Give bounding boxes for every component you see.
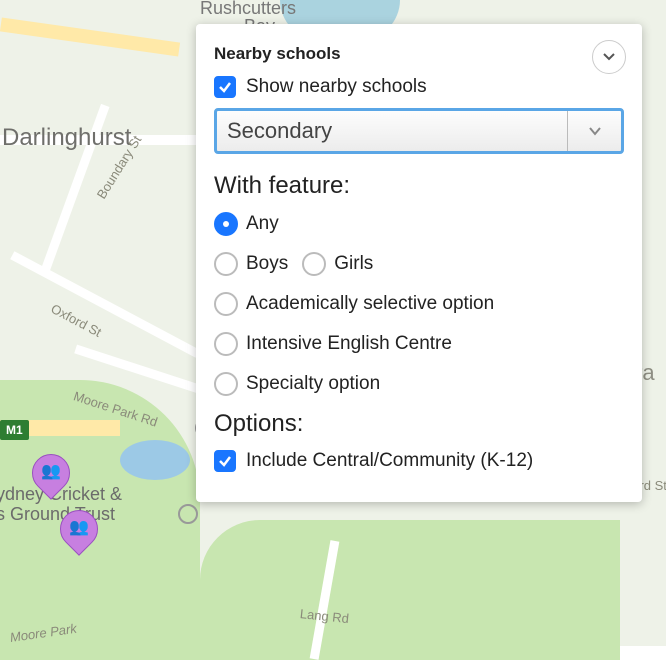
include-central-label: Include Central/Community (K-12) (246, 450, 533, 472)
radio-icon (214, 332, 238, 356)
check-icon (218, 454, 232, 468)
schools-filter-panel: Nearby schools Show nearby schools Secon… (196, 24, 642, 502)
radio-label: Academically selective option (246, 293, 494, 315)
show-nearby-label: Show nearby schools (246, 76, 427, 98)
show-nearby-checkbox[interactable] (214, 76, 236, 98)
school-type-select[interactable]: Secondary (214, 108, 624, 154)
radio-icon (214, 292, 238, 316)
school-icon: 👥 (32, 461, 70, 481)
options-heading: Options: (214, 410, 624, 438)
radio-label: Intensive English Centre (246, 333, 452, 355)
radio-icon (214, 252, 238, 276)
radio-label: Girls (334, 253, 373, 275)
feature-radio-specialty[interactable]: Specialty option (214, 372, 380, 396)
feature-radio-academic[interactable]: Academically selective option (214, 292, 494, 316)
feature-radio-girls[interactable]: Girls (302, 252, 373, 276)
radio-label: Specialty option (246, 373, 380, 395)
radio-icon (302, 252, 326, 276)
feature-radio-boys[interactable]: Boys (214, 252, 288, 276)
collapse-button[interactable] (592, 40, 626, 74)
road-oxford1: Oxford St (48, 301, 104, 340)
chevron-down-icon (603, 51, 615, 63)
radio-icon (214, 372, 238, 396)
poi-circle-icon (178, 504, 198, 524)
school-marker[interactable]: 👥 (60, 510, 98, 548)
radio-icon (214, 212, 238, 236)
school-marker[interactable]: 👥 (32, 454, 70, 492)
feature-radio-any[interactable]: Any (214, 212, 279, 236)
panel-title: Nearby schools (214, 44, 624, 64)
chevron-down-icon (567, 111, 621, 151)
feature-radio-iec[interactable]: Intensive English Centre (214, 332, 452, 356)
place-darlinghurst: Darlinghurst (2, 124, 131, 152)
radio-label: Boys (246, 253, 288, 275)
school-icon: 👥 (60, 517, 98, 537)
include-central-checkbox[interactable] (214, 450, 236, 472)
feature-heading: With feature: (214, 172, 624, 200)
check-icon (218, 80, 232, 94)
radio-label: Any (246, 213, 279, 235)
select-value: Secondary (217, 111, 567, 151)
highway-shield-m1: M1 (0, 420, 29, 440)
